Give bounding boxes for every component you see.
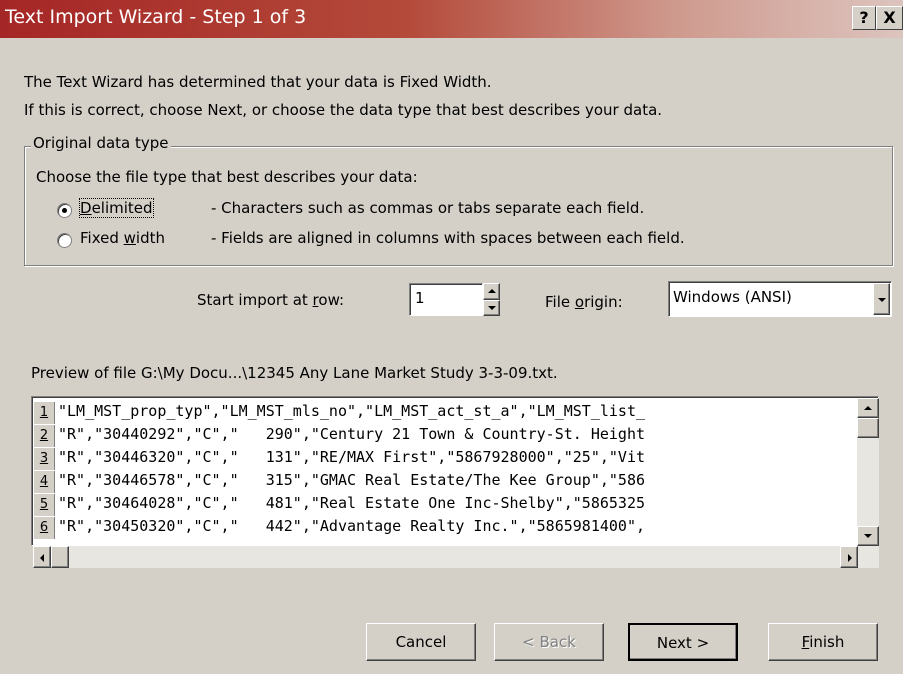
preview-label: Preview of file G:\My Docu...\12345 Any … (31, 364, 558, 382)
fixed-width-description: - Fields are aligned in columns with spa… (211, 229, 685, 247)
title-bar: Text Import Wizard - Step 1 of 3 ? X (0, 0, 903, 38)
preview-row-number: 5 (34, 494, 55, 516)
preview-row-number: 1 (34, 402, 55, 424)
preview-row: 5 "R","30464028","C"," 481","Real Estate … (34, 492, 645, 516)
close-button[interactable]: X (876, 6, 903, 30)
preview-row: 3 "R","30446320","C"," 131","RE/MAX First… (34, 446, 645, 470)
scroll-up-button[interactable] (857, 398, 879, 418)
delimited-label[interactable]: Delimited (79, 198, 154, 218)
chevron-down-icon (878, 298, 886, 302)
scroll-left-arrow-icon (40, 554, 44, 562)
spinner-down-button[interactable] (483, 300, 500, 316)
file-origin-label: File origin: (545, 293, 623, 311)
spinner-up-button[interactable] (483, 283, 500, 300)
intro-line-1: The Text Wizard has determined that your… (24, 73, 492, 91)
preview-row-number: 4 (34, 471, 55, 493)
scroll-down-button[interactable] (857, 526, 879, 546)
preview-vertical-scrollbar[interactable] (857, 398, 879, 546)
start-row-value: 1 (415, 289, 425, 307)
delimited-radio[interactable] (57, 203, 72, 218)
preview-row-text: "R","30446320","C"," 131","RE/MAX First"… (58, 448, 645, 466)
file-origin-dropdown-button[interactable] (873, 283, 890, 315)
preview-row: 1 "LM_MST_prop_typ","LM_MST_mls_no","LM_M… (34, 400, 645, 424)
vertical-scroll-thumb[interactable] (857, 418, 879, 438)
preview-row-text: "LM_MST_prop_typ","LM_MST_mls_no","LM_MS… (58, 402, 645, 420)
preview-row: 4 "R","30446578","C"," 315","GMAC Real Es… (34, 469, 645, 493)
preview-row-text: "R","30440292","C"," 290","Century 21 To… (58, 425, 645, 443)
cancel-button[interactable]: Cancel (366, 623, 476, 661)
preview-row-text: "R","30450320","C"," 442","Advantage Rea… (58, 517, 645, 535)
scroll-right-button[interactable] (840, 546, 858, 568)
preview-box[interactable]: 1 "LM_MST_prop_typ","LM_MST_mls_no","LM_M… (31, 396, 879, 546)
preview-row-number: 3 (34, 448, 55, 470)
preview-row: 6 "R","30450320","C"," 442","Advantage Re… (34, 515, 645, 539)
group-legend: Original data type (31, 134, 171, 152)
next-button[interactable]: Next > (628, 623, 738, 661)
intro-line-2: If this is correct, choose Next, or choo… (24, 101, 663, 119)
preview-horizontal-scrollbar[interactable] (33, 546, 879, 568)
fixed-width-radio[interactable] (57, 233, 72, 248)
preview-row-text: "R","30446578","C"," 315","GMAC Real Est… (58, 471, 645, 489)
preview-row-number: 6 (34, 517, 55, 539)
finish-button[interactable]: Finish (768, 623, 878, 661)
scroll-down-arrow-icon (864, 534, 872, 538)
spin-down-arrow-icon (488, 306, 496, 310)
preview-row: 2 "R","30440292","C"," 290","Century 21 T… (34, 423, 645, 447)
file-origin-select[interactable]: Windows (ANSI) (668, 281, 892, 317)
spin-up-arrow-icon (488, 289, 496, 293)
file-type-prompt: Choose the file type that best describes… (36, 168, 418, 186)
scroll-up-arrow-icon (864, 406, 872, 410)
window-title: Text Import Wizard - Step 1 of 3 (5, 6, 307, 28)
file-origin-value: Windows (ANSI) (673, 288, 792, 306)
scroll-left-button[interactable] (33, 546, 51, 568)
preview-row-text: "R","30464028","C"," 481","Real Estate O… (58, 494, 645, 512)
horizontal-scroll-thumb[interactable] (51, 546, 69, 568)
back-button[interactable]: < Back (494, 623, 604, 661)
scroll-right-arrow-icon (848, 554, 852, 562)
fixed-width-label[interactable]: Fixed width (80, 229, 165, 247)
preview-row-number: 2 (34, 425, 55, 447)
start-row-label: Start import at row: (197, 291, 345, 309)
help-button[interactable]: ? (852, 6, 876, 30)
start-row-input[interactable]: 1 (409, 283, 483, 316)
delimited-description: - Characters such as commas or tabs sepa… (211, 199, 645, 217)
